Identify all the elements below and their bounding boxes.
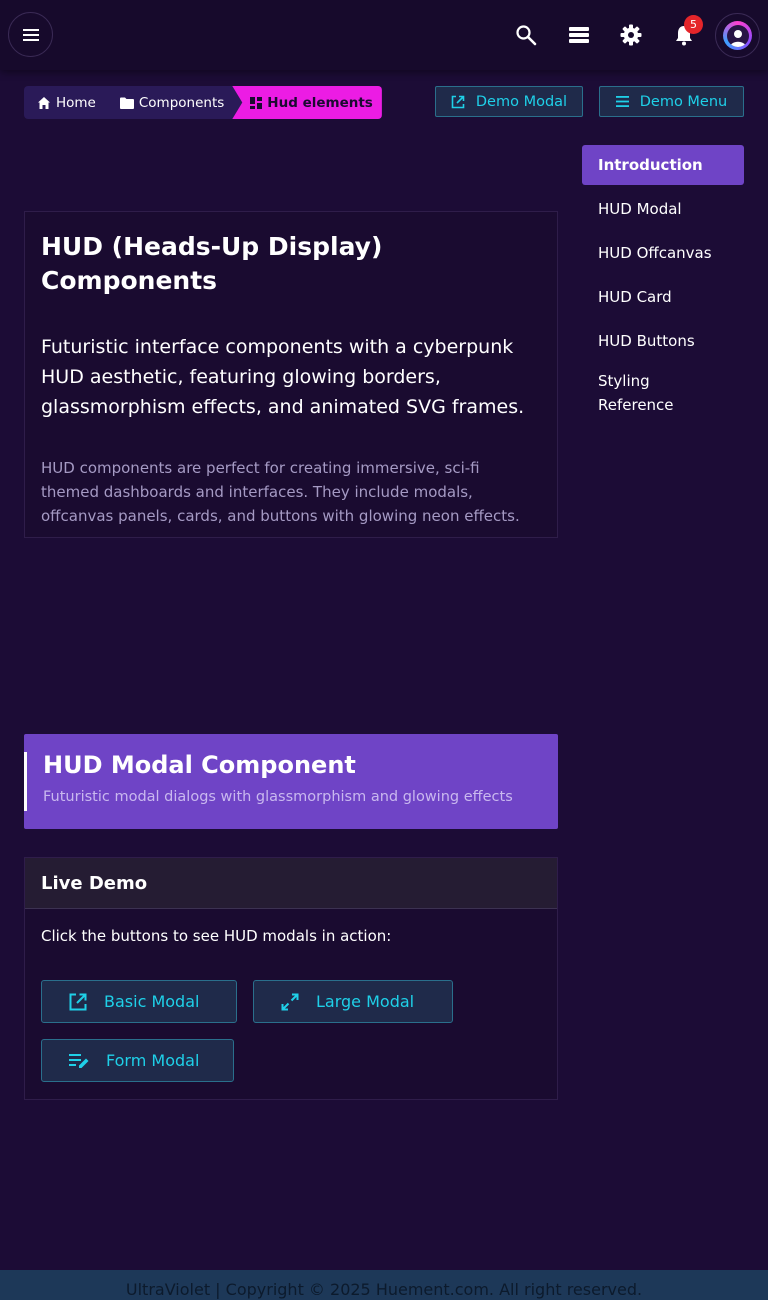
demo-modal-button[interactable]: Demo Modal <box>435 86 583 117</box>
dashboard-icon <box>250 96 263 109</box>
menu-button[interactable] <box>8 12 53 57</box>
avatar <box>723 21 752 50</box>
section-header-hud-modal: HUD Modal Component Futuristic modal dia… <box>24 734 558 829</box>
nav-item-hud-modal[interactable]: HUD Modal <box>582 189 744 233</box>
menu-icon <box>22 28 39 41</box>
layers-icon[interactable] <box>567 23 591 47</box>
form-modal-label: Form Modal <box>106 1051 200 1070</box>
nav-item-introduction[interactable]: Introduction <box>582 145 744 185</box>
demo-menu-label: Demo Menu <box>639 93 728 110</box>
live-demo-header: Live Demo <box>25 858 557 909</box>
breadcrumb: Home Components Hud elements <box>24 86 382 119</box>
intro-card: HUD (Heads-Up Display) Components Futuri… <box>24 211 558 538</box>
edit-note-icon <box>69 1053 89 1068</box>
notification-badge: 5 <box>684 15 703 34</box>
footer: UltraViolet | Copyright © 2025 Huement.c… <box>0 1270 768 1300</box>
top-bar: 5 <box>0 0 768 70</box>
breadcrumb-home-label: Home <box>56 94 96 111</box>
breadcrumb-current: Hud elements <box>232 86 382 119</box>
breadcrumb-current-label: Hud elements <box>267 94 373 111</box>
nav-item-hud-offcanvas[interactable]: HUD Offcanvas <box>582 233 744 277</box>
basic-modal-label: Basic Modal <box>104 992 200 1011</box>
external-link-icon <box>69 993 87 1010</box>
page-title: HUD (Heads-Up Display) Components <box>41 232 383 295</box>
demo-modal-label: Demo Modal <box>475 93 568 110</box>
user-avatar-button[interactable] <box>715 13 760 58</box>
folder-icon <box>119 97 134 109</box>
basic-modal-button[interactable]: Basic Modal <box>41 980 237 1023</box>
page-side-nav: Introduction HUD Modal HUD Offcanvas HUD… <box>582 145 744 417</box>
home-icon <box>38 96 50 109</box>
breadcrumb-components-label: Components <box>138 94 225 111</box>
section-accent-bar <box>24 752 27 811</box>
nav-item-styling-reference[interactable]: Styling Reference <box>582 365 702 417</box>
section-subtitle: Futuristic modal dialogs with glassmorph… <box>43 789 513 805</box>
section-title: HUD Modal Component <box>43 751 356 779</box>
footer-text: UltraViolet | Copyright © 2025 Huement.c… <box>125 1280 643 1299</box>
breadcrumb-components[interactable]: Components <box>108 86 236 119</box>
intro-lead: Futuristic interface components with a c… <box>41 336 525 418</box>
user-icon <box>729 29 746 47</box>
nav-item-hud-card[interactable]: HUD Card <box>582 277 744 321</box>
external-link-icon <box>451 95 465 108</box>
form-modal-button[interactable]: Form Modal <box>41 1039 234 1082</box>
breadcrumb-home[interactable]: Home <box>24 86 108 119</box>
expand-icon <box>281 993 299 1010</box>
live-demo-text: Click the buttons to see HUD modals in a… <box>41 927 392 945</box>
menu-icon <box>615 96 629 107</box>
large-modal-button[interactable]: Large Modal <box>253 980 453 1023</box>
large-modal-label: Large Modal <box>316 992 415 1011</box>
demo-menu-button[interactable]: Demo Menu <box>599 86 744 117</box>
nav-item-hud-buttons[interactable]: HUD Buttons <box>582 321 744 365</box>
live-demo-card: Live Demo Click the buttons to see HUD m… <box>24 857 558 1100</box>
search-icon[interactable] <box>514 23 538 47</box>
intro-body: HUD components are perfect for creating … <box>41 459 520 525</box>
gear-icon[interactable] <box>619 23 643 47</box>
